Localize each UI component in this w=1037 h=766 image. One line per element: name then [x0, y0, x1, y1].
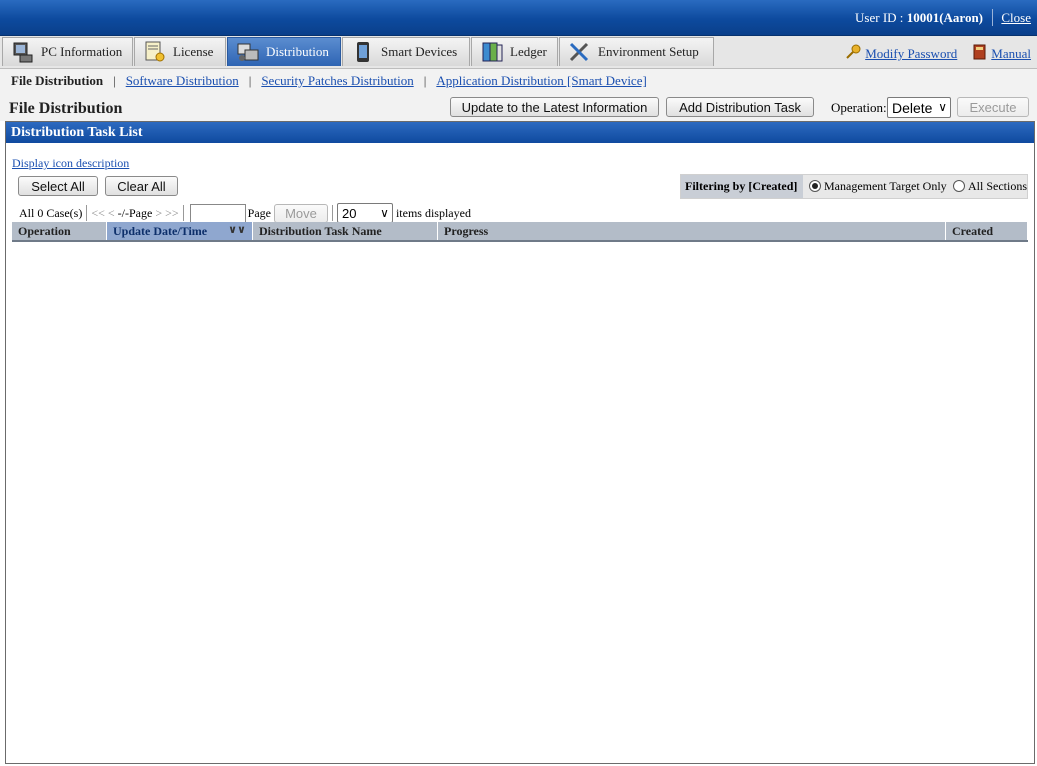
page-number-input[interactable] — [189, 203, 246, 223]
chevron-down-icon: ∨ — [380, 206, 389, 220]
subnav-current: File Distribution — [11, 73, 104, 88]
radio-management-target-only[interactable] — [809, 180, 821, 192]
tools-icon — [568, 41, 592, 63]
tab-distribution[interactable]: Distribution — [227, 37, 341, 66]
items-displayed-label: items displayed — [395, 205, 471, 220]
header-separator — [992, 9, 993, 26]
execute-button[interactable]: Execute — [957, 97, 1029, 117]
column-header-created[interactable]: Created — [945, 222, 1028, 242]
tab-label: Distribution — [266, 44, 329, 59]
pager-divider — [182, 205, 184, 221]
subnav-divider: | — [423, 73, 427, 88]
subnav-divider: | — [248, 73, 252, 88]
distribution-task-table: Operation Update Date/Time ∨∨ Distributi… — [12, 222, 1028, 242]
manual-link[interactable]: Manual — [991, 46, 1031, 62]
subnav-divider: | — [113, 73, 116, 88]
tab-smart-devices[interactable]: Smart Devices — [342, 37, 470, 66]
title-bar: User ID : 10001(Aaron) Close — [0, 0, 1037, 36]
ledger-icon — [480, 41, 504, 63]
column-header-label: Update Date/Time — [113, 223, 208, 238]
operation-label: Operation: — [831, 100, 887, 115]
move-button[interactable]: Move — [273, 203, 328, 223]
clear-all-button[interactable]: Clear All — [105, 176, 178, 196]
pager-divider — [331, 205, 333, 221]
user-id-prefix: User ID : — [855, 10, 907, 25]
first-page-link[interactable]: << — [91, 206, 105, 221]
tab-environment-setup[interactable]: Environment Setup — [559, 37, 714, 66]
column-header-progress[interactable]: Progress — [437, 222, 946, 242]
select-all-button[interactable]: Select All — [18, 176, 98, 196]
page-state: -/-Page — [117, 205, 153, 220]
tab-label: Smart Devices — [381, 44, 458, 59]
icon-description-link[interactable]: Display icon description — [12, 156, 129, 171]
items-per-page-value: 20 — [341, 205, 357, 221]
top-links: Modify Password Manual — [845, 44, 1031, 64]
items-per-page-select[interactable]: 20 ∨ — [336, 203, 393, 223]
tab-label: Ledger — [510, 44, 547, 59]
operation-select-value: Delete — [892, 99, 933, 116]
table-header-row: Operation Update Date/Time ∨∨ Distributi… — [12, 222, 1028, 242]
filter-label: Filtering by [Created] — [681, 175, 803, 198]
subnav-app-distribution[interactable]: Application Distribution [Smart Device] — [436, 73, 646, 89]
pager-divider — [86, 205, 88, 221]
add-distribution-task-button[interactable]: Add Distribution Task — [666, 97, 814, 117]
column-header-task-name[interactable]: Distribution Task Name — [252, 222, 438, 242]
main-tab-bar: PC Information License Distribution Smar… — [0, 36, 1037, 69]
tab-pc-information[interactable]: PC Information — [2, 37, 133, 66]
operation-select[interactable]: Delete ∨ — [887, 97, 951, 118]
next-page-link[interactable]: > — [155, 206, 162, 221]
tab-license[interactable]: License — [134, 37, 226, 66]
subnav-security-patches[interactable]: Security Patches Distribution — [261, 73, 413, 89]
tab-label: License — [173, 44, 214, 59]
distribution-icon — [236, 41, 260, 63]
pc-info-icon — [11, 41, 35, 63]
smart-device-icon — [351, 41, 375, 63]
radio-label-all-sections: All Sections — [968, 179, 1027, 193]
page-title: File Distribution — [9, 100, 123, 117]
prev-page-link[interactable]: < — [108, 206, 115, 221]
chevron-down-icon: ∨ — [938, 100, 947, 114]
column-header-operation[interactable]: Operation — [12, 222, 107, 242]
last-page-link[interactable]: >> — [165, 206, 179, 221]
close-link[interactable]: Close — [1001, 10, 1031, 26]
created-filter: Filtering by [Created] Management Target… — [680, 174, 1028, 199]
tab-label: Environment Setup — [598, 44, 699, 59]
pagination-bar: All 0 Case(s) << < -/-Page > >> Page Mov… — [19, 202, 471, 224]
page-label: Page — [247, 205, 271, 220]
page-header: File Distribution Update to the Latest I… — [0, 93, 1037, 121]
subnav-software-distribution[interactable]: Software Distribution — [126, 73, 239, 89]
distribution-task-panel: Distribution Task List Display icon desc… — [5, 121, 1035, 764]
tab-label: PC Information — [41, 44, 123, 59]
user-id-display: User ID : 10001(Aaron) — [855, 10, 983, 26]
panel-title: Distribution Task List — [6, 122, 1034, 143]
tab-ledger[interactable]: Ledger — [471, 37, 558, 66]
radio-all-sections[interactable] — [953, 180, 965, 192]
license-icon — [143, 41, 167, 63]
update-latest-button[interactable]: Update to the Latest Information — [450, 97, 659, 117]
case-count: All 0 Case(s) — [19, 205, 83, 220]
sub-navigation: File Distribution | Software Distributio… — [0, 69, 1037, 93]
manual-book-icon — [973, 44, 987, 64]
key-icon — [845, 44, 861, 64]
column-header-update-datetime[interactable]: Update Date/Time ∨∨ — [106, 222, 253, 242]
radio-label-management: Management Target Only — [824, 179, 947, 193]
user-id-value: 10001(Aaron) — [906, 10, 983, 25]
sort-descending-icon: ∨∨ — [228, 224, 246, 236]
modify-password-link[interactable]: Modify Password — [865, 46, 957, 62]
